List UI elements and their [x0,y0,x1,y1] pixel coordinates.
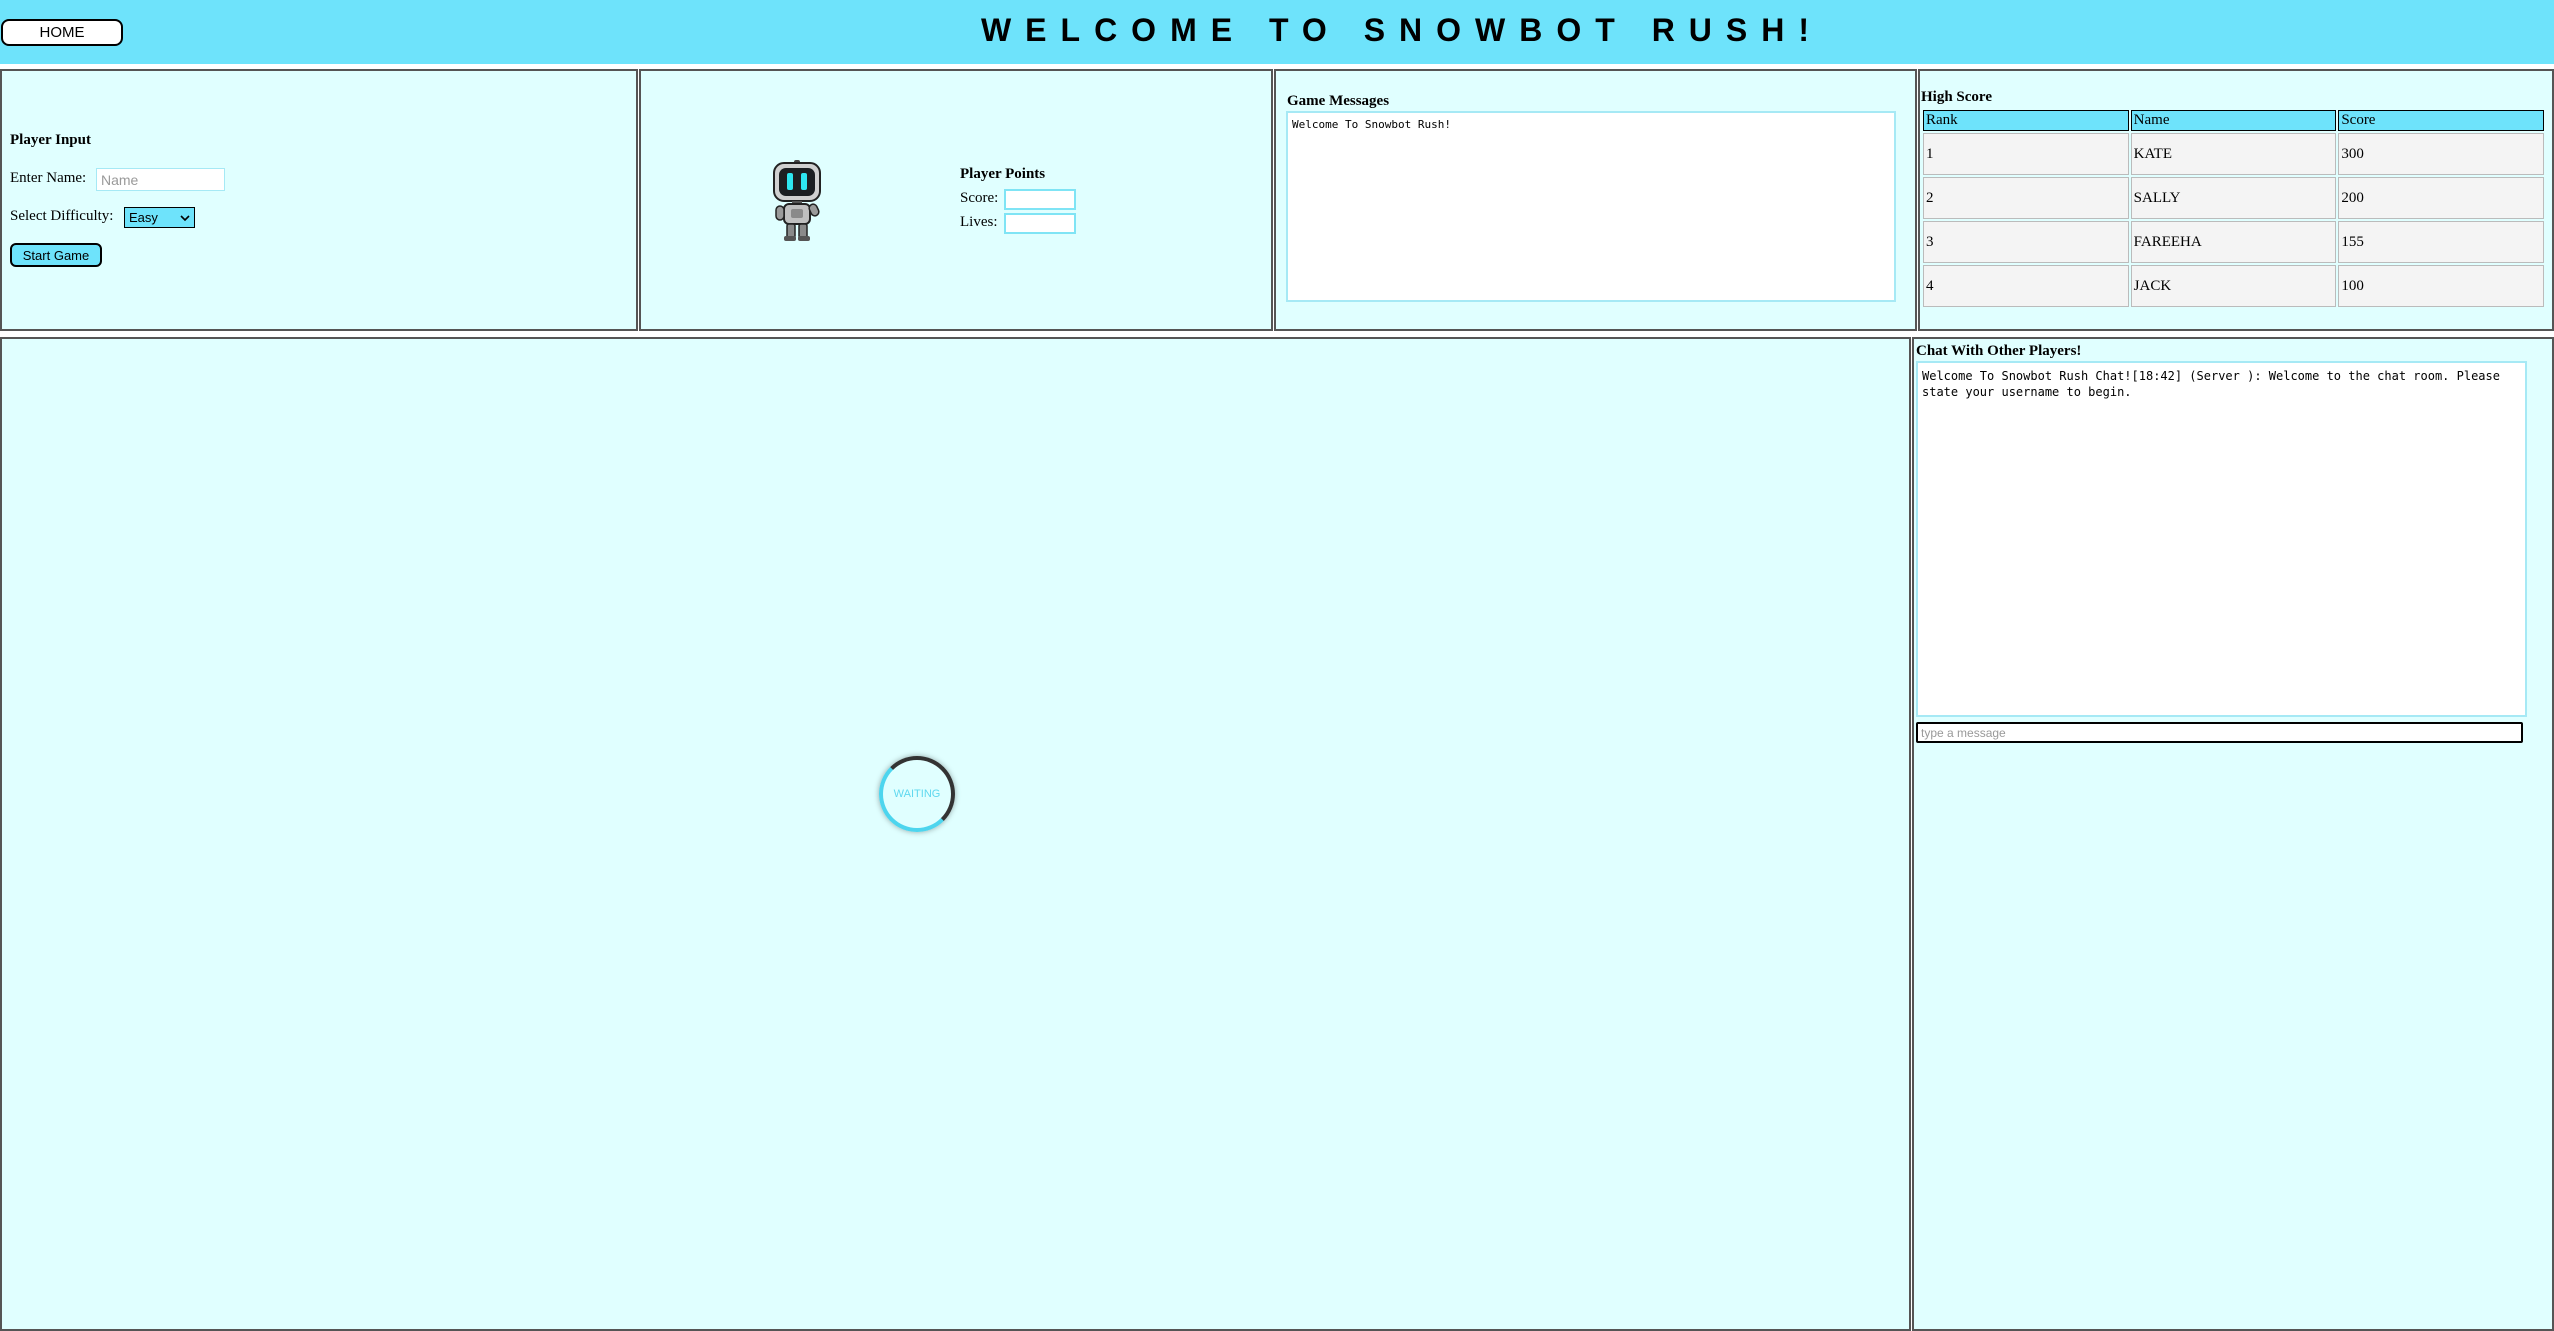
chat-message-input[interactable] [1916,722,2523,743]
table-row: 1 KATE 300 [1923,133,2544,175]
game-messages-heading: Game Messages [1287,93,1390,109]
column-header-rank: Rank [1923,110,2129,131]
player-input-panel [0,69,638,331]
start-game-button[interactable]: Start Game [10,243,102,267]
rank-cell: 4 [1923,265,2129,307]
player-input-heading: Player Input [10,132,91,148]
chat-log[interactable]: Welcome To Snowbot Rush Chat![18:42] (Se… [1916,361,2527,717]
player-points-panel [639,69,1273,331]
chat-heading: Chat With Other Players! [1916,343,2082,359]
rank-cell: 1 [1923,133,2129,175]
high-score-heading: High Score [1921,89,1992,105]
high-score-table: Rank Name Score 1 KATE 300 2 SALLY 200 3… [1921,108,2546,309]
chevron-down-icon [180,210,190,225]
column-header-score: Score [2338,110,2544,131]
score-cell: 200 [2338,177,2544,219]
score-cell: 300 [2338,133,2544,175]
name-cell: SALLY [2130,177,2337,219]
snowbot-robot-icon [772,160,822,242]
high-score-header-row: Rank Name Score [1923,110,2544,131]
column-header-name: Name [2130,110,2337,131]
difficulty-selected-value: Easy [129,210,158,225]
name-cell: FAREEHA [2130,221,2337,263]
difficulty-select[interactable]: Easy [124,207,195,228]
name-cell: KATE [2130,133,2337,175]
lives-label: Lives: [960,214,998,230]
page-title: WELCOME TO SNOWBOT RUSH! [980,12,1824,48]
game-messages-textarea[interactable]: Welcome To Snowbot Rush! [1286,111,1896,302]
name-input[interactable] [96,168,225,191]
rank-cell: 3 [1923,221,2129,263]
table-row: 2 SALLY 200 [1923,177,2544,219]
score-cell: 100 [2338,265,2544,307]
name-cell: JACK [2130,265,2337,307]
difficulty-label: Select Difficulty: [10,208,114,224]
waiting-spinner: WAITING [879,756,955,832]
name-label: Enter Name: [10,170,87,186]
player-points-heading: Player Points [960,166,1046,182]
score-label: Score: [960,190,999,206]
rank-cell: 2 [1923,177,2129,219]
waiting-label: WAITING [893,788,941,800]
score-field [1004,189,1076,210]
table-row: 4 JACK 100 [1923,265,2544,307]
table-row: 3 FAREEHA 155 [1923,221,2544,263]
lives-field [1004,213,1076,234]
game-canvas[interactable] [0,337,1911,1331]
score-cell: 155 [2338,221,2544,263]
